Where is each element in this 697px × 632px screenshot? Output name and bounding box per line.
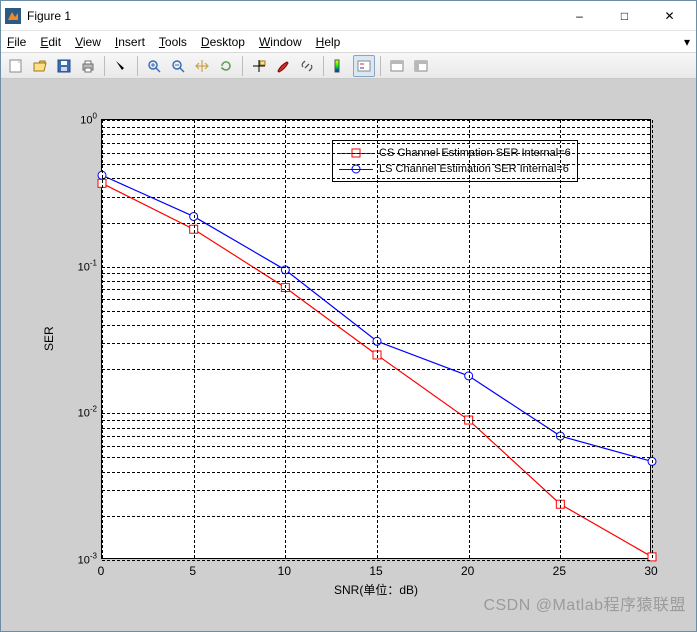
grid-line <box>102 560 650 561</box>
toolbar-separator <box>380 56 381 76</box>
pan-button[interactable] <box>191 55 213 77</box>
save-button[interactable] <box>53 55 75 77</box>
grid-line <box>102 490 650 491</box>
print-button[interactable] <box>77 55 99 77</box>
grid-line <box>102 369 650 370</box>
open-button[interactable] <box>29 55 51 77</box>
x-tick-label: 20 <box>448 564 488 578</box>
menu-insert[interactable]: Insert <box>115 35 145 49</box>
x-axis-label: SNR(单位：dB) <box>101 581 651 598</box>
insert-colorbar-button[interactable] <box>329 55 351 77</box>
maximize-button[interactable]: □ <box>602 3 647 29</box>
toolbar-separator <box>137 56 138 76</box>
x-tick-label: 25 <box>539 564 579 578</box>
close-button[interactable]: ✕ <box>647 3 692 29</box>
axes[interactable]: SER CS Channel Estimation SER Internal=6… <box>51 109 661 609</box>
x-tick-label: 10 <box>264 564 304 578</box>
menu-help[interactable]: Help <box>316 35 341 49</box>
grid-line <box>102 457 650 458</box>
grid-line <box>102 120 103 558</box>
menu-view[interactable]: View <box>75 35 101 49</box>
grid-line <box>102 428 650 429</box>
figure-canvas: SER CS Channel Estimation SER Internal=6… <box>1 79 696 631</box>
grid-line <box>102 143 650 144</box>
grid-line <box>102 134 650 135</box>
y-tick-label: 10-3 <box>75 552 97 567</box>
toolbar <box>1 53 696 79</box>
menu-overflow-icon[interactable]: ▾ <box>684 35 690 49</box>
show-tools-button[interactable] <box>410 55 432 77</box>
grid-line <box>102 178 650 179</box>
grid-line <box>377 120 378 558</box>
figure-window: Figure 1 – □ ✕ File Edit View Insert Too… <box>0 0 697 632</box>
axes-box: CS Channel Estimation SER Internal=6LS C… <box>101 119 651 559</box>
x-tick-label: 15 <box>356 564 396 578</box>
grid-line <box>102 311 650 312</box>
grid-line <box>102 436 650 437</box>
grid-line <box>102 153 650 154</box>
data-cursor-button[interactable] <box>248 55 270 77</box>
toolbar-separator <box>104 56 105 76</box>
x-tick-label: 30 <box>631 564 671 578</box>
grid-line <box>102 281 650 282</box>
toolbar-separator <box>323 56 324 76</box>
grid-line <box>102 197 650 198</box>
hide-tools-button[interactable] <box>386 55 408 77</box>
menu-window[interactable]: Window <box>259 35 302 49</box>
grid-line <box>285 120 286 558</box>
grid-line <box>102 299 650 300</box>
legend[interactable]: CS Channel Estimation SER Internal=6LS C… <box>332 140 578 182</box>
edit-plot-button[interactable] <box>110 55 132 77</box>
grid-line <box>102 516 650 517</box>
grid-line <box>102 289 650 290</box>
menubar: File Edit View Insert Tools Desktop Wind… <box>1 31 696 53</box>
rotate-button[interactable] <box>215 55 237 77</box>
zoom-in-button[interactable] <box>143 55 165 77</box>
menu-tools[interactable]: Tools <box>159 35 187 49</box>
grid-line <box>102 472 650 473</box>
y-tick-label: 10-2 <box>75 405 97 420</box>
link-button[interactable] <box>296 55 318 77</box>
grid-line <box>194 120 195 558</box>
grid-line <box>102 273 650 274</box>
minimize-button[interactable]: – <box>557 3 602 29</box>
grid-line <box>102 127 650 128</box>
grid-line <box>652 120 653 558</box>
x-tick-label: 5 <box>173 564 213 578</box>
grid-line <box>102 420 650 421</box>
grid-line <box>102 267 650 268</box>
y-tick-label: 100 <box>75 112 97 127</box>
grid-line <box>102 446 650 447</box>
insert-legend-button[interactable] <box>353 55 375 77</box>
grid-line <box>102 164 650 165</box>
grid-line <box>469 120 470 558</box>
titlebar: Figure 1 – □ ✕ <box>1 1 696 31</box>
menu-desktop[interactable]: Desktop <box>201 35 245 49</box>
brush-button[interactable] <box>272 55 294 77</box>
grid-line <box>102 325 650 326</box>
menu-file[interactable]: File <box>7 35 26 49</box>
zoom-out-button[interactable] <box>167 55 189 77</box>
toolbar-separator <box>242 56 243 76</box>
y-axis-label: SER <box>39 119 59 559</box>
window-title: Figure 1 <box>27 9 557 23</box>
y-tick-label: 10-1 <box>75 258 97 273</box>
grid-line <box>560 120 561 558</box>
grid-line <box>102 413 650 414</box>
grid-line <box>102 223 650 224</box>
new-figure-button[interactable] <box>5 55 27 77</box>
grid-line <box>102 120 650 121</box>
menu-edit[interactable]: Edit <box>40 35 61 49</box>
grid-line <box>102 343 650 344</box>
matlab-icon <box>5 8 21 24</box>
